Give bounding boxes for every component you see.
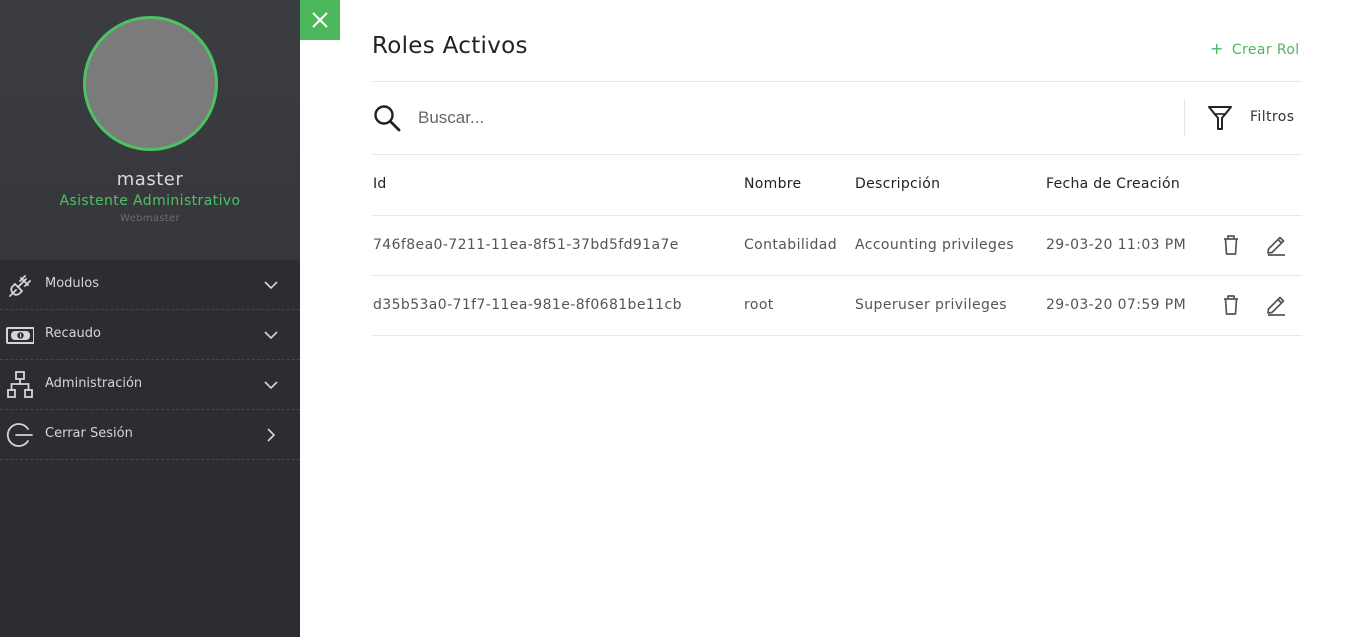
user-profile: master Asistente Administrativo Webmaste…: [0, 0, 300, 260]
hierarchy-icon: [7, 371, 33, 398]
divider: [372, 154, 1302, 155]
column-header-id[interactable]: Id: [373, 176, 387, 192]
sidebar-item-label: Administración: [45, 376, 143, 391]
chevron-down-icon: [264, 281, 278, 290]
create-role-label: Crear Rol: [1231, 42, 1300, 58]
filters-button[interactable]: Filtros: [1250, 109, 1294, 125]
chevron-down-icon: [264, 381, 278, 390]
divider: [1184, 99, 1185, 137]
sidebar-item-recaudo[interactable]: Recaudo: [0, 310, 300, 360]
delete-icon[interactable]: [1219, 233, 1243, 257]
sidebar-item-modulos[interactable]: Modulos: [0, 260, 300, 310]
close-sidebar-button[interactable]: [300, 0, 340, 40]
close-icon: [312, 12, 328, 28]
search-icon[interactable]: [373, 104, 401, 132]
logout-icon: [6, 423, 33, 447]
sidebar-item-label: Modulos: [45, 276, 99, 291]
column-header-fecha[interactable]: Fecha de Creación: [1046, 176, 1180, 192]
user-name: master: [116, 169, 184, 190]
chevron-down-icon: [264, 331, 278, 340]
search-input[interactable]: [410, 100, 1170, 136]
edit-icon[interactable]: [1264, 233, 1288, 257]
cell-nombre: root: [744, 297, 774, 313]
sidebar-item-label: Cerrar Sesión: [45, 426, 133, 441]
money-icon: [6, 327, 34, 344]
chevron-right-icon: [267, 428, 276, 442]
sidebar-item-cerrar-sesion[interactable]: Cerrar Sesión: [0, 410, 300, 460]
avatar: [83, 16, 218, 151]
cell-fecha: 29-03-20 11:03 PM: [1046, 237, 1187, 253]
sidebar-menu: Modulos Recaudo Administración Cerrar Se…: [0, 260, 300, 460]
cell-id: 746f8ea0-7211-11ea-8f51-37bd5fd91a7e: [373, 237, 679, 253]
cell-fecha: 29-03-20 07:59 PM: [1046, 297, 1187, 313]
edit-icon[interactable]: [1264, 293, 1288, 317]
filter-icon[interactable]: [1207, 105, 1233, 131]
sidebar-item-label: Recaudo: [45, 326, 102, 341]
table-row: d35b53a0-71f7-11ea-981e-8f0681be11cb roo…: [372, 276, 1302, 336]
cell-descripcion: Accounting privileges: [855, 237, 1015, 253]
column-header-nombre[interactable]: Nombre: [744, 176, 801, 192]
sidebar-item-administracion[interactable]: Administración: [0, 360, 300, 410]
plug-icon: [9, 275, 31, 297]
cell-id: d35b53a0-71f7-11ea-981e-8f0681be11cb: [373, 297, 682, 313]
cell-nombre: Contabilidad: [744, 237, 837, 253]
page-title: Roles Activos: [372, 33, 528, 59]
sidebar: master Asistente Administrativo Webmaste…: [0, 0, 300, 637]
table-row: 746f8ea0-7211-11ea-8f51-37bd5fd91a7e Con…: [372, 216, 1302, 276]
create-role-button[interactable]: + Crear Rol: [1210, 39, 1300, 59]
plus-icon: +: [1210, 39, 1224, 58]
divider: [372, 81, 1302, 82]
user-type: Webmaster: [120, 213, 180, 224]
delete-icon[interactable]: [1219, 293, 1243, 317]
column-header-descripcion[interactable]: Descripción: [855, 176, 940, 192]
user-role: Asistente Administrativo: [59, 193, 241, 209]
cell-descripcion: Superuser privileges: [855, 297, 1008, 313]
